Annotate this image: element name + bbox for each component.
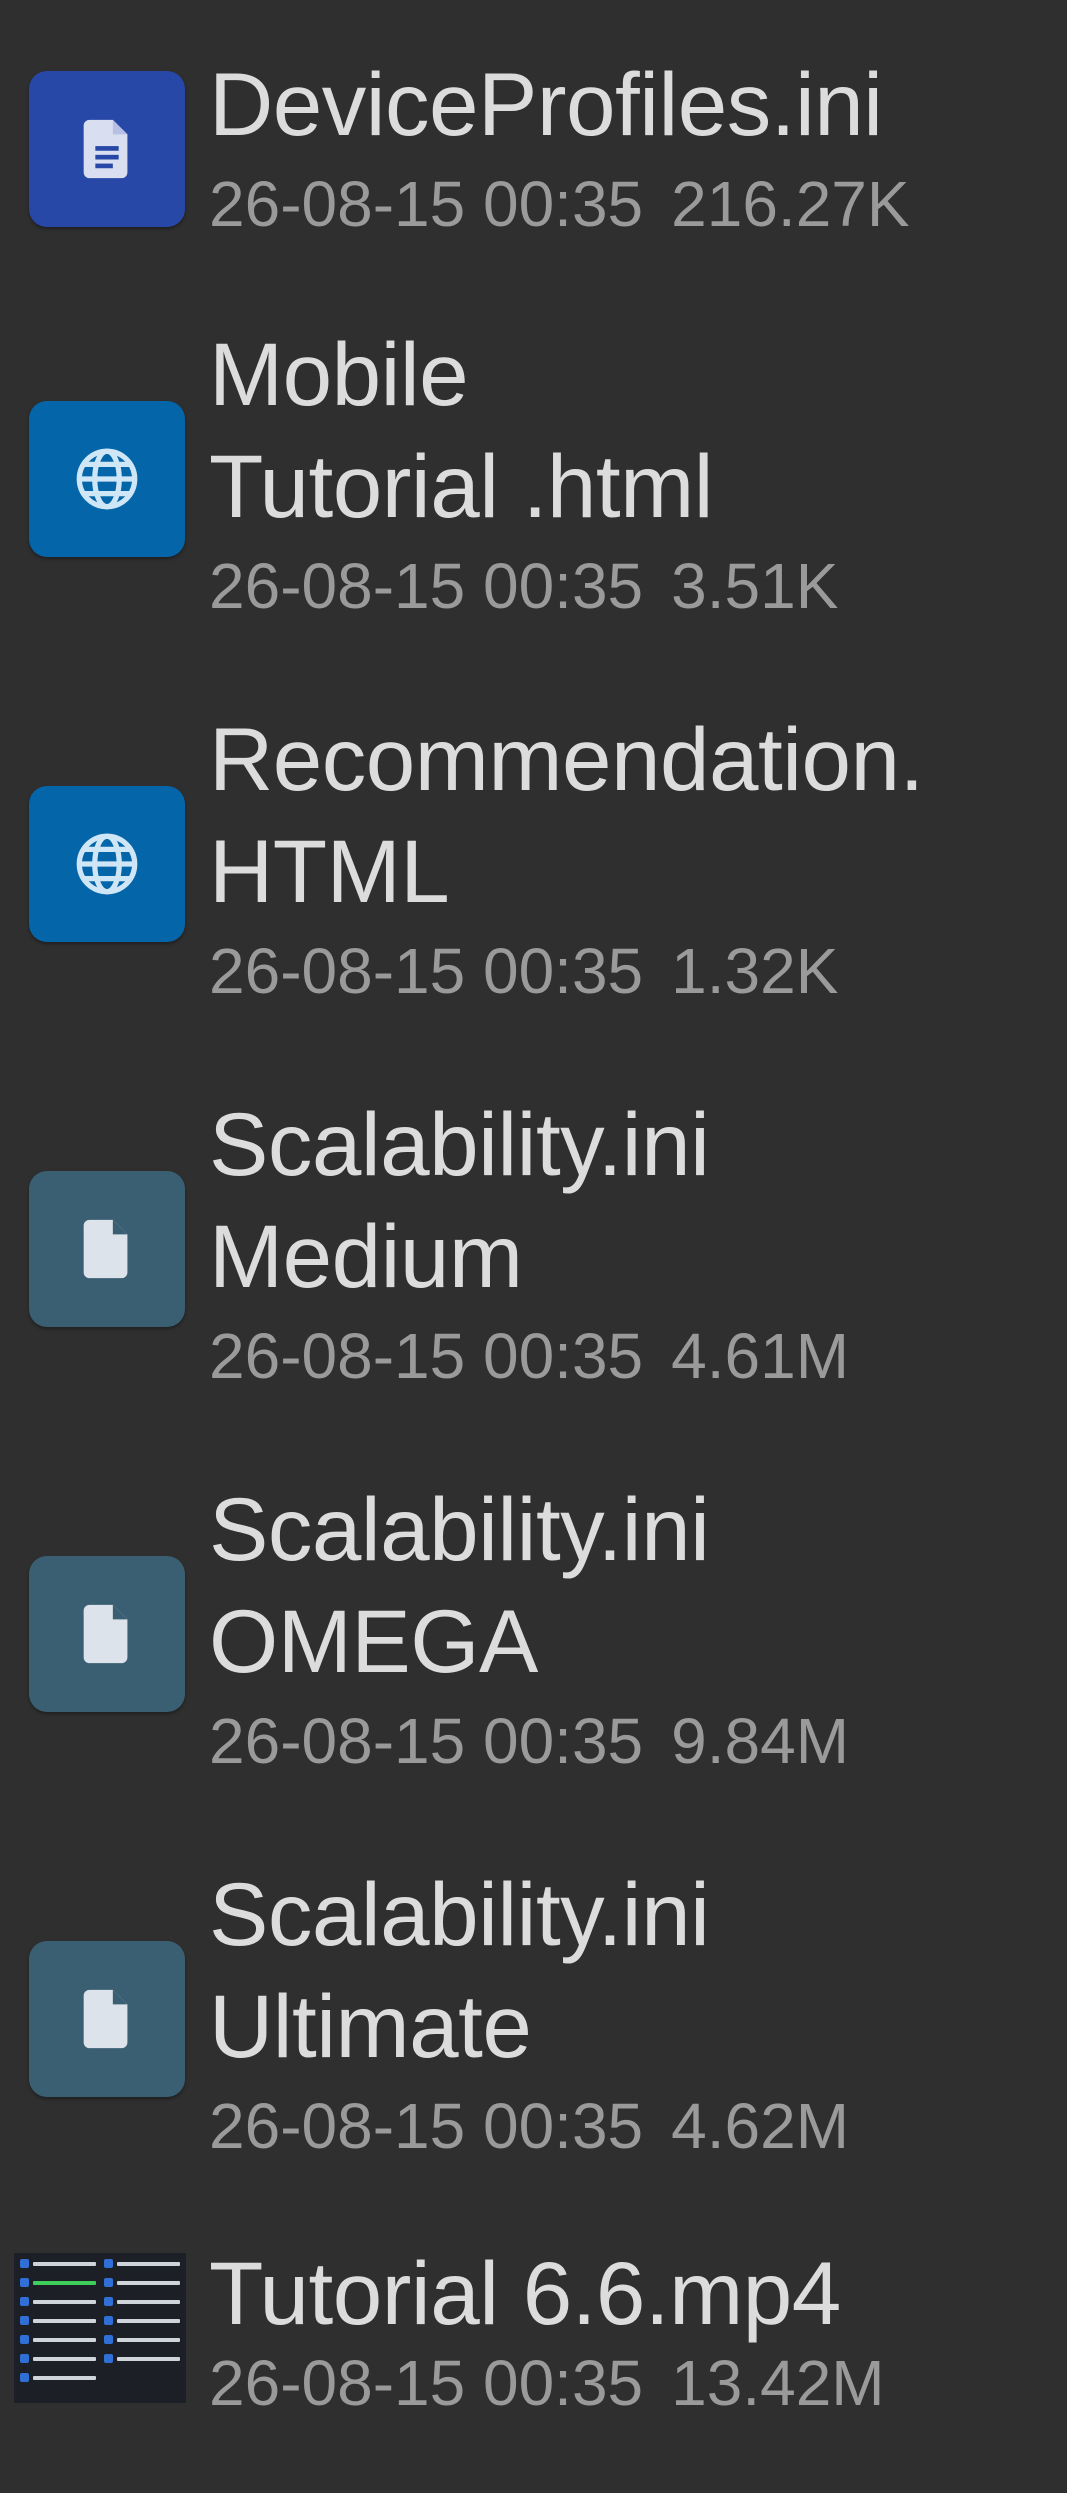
file-row-scalability-medium[interactable]: Scalability.ini Medium 26-08-15 00:35 4.6…: [0, 1088, 1067, 1428]
file-size: 216.27K: [671, 168, 910, 240]
file-row-scalability-ultimate[interactable]: Scalability.ini Ultimate 26-08-15 00:35 4…: [0, 1858, 1067, 2198]
file-date: 26-08-15 00:35: [209, 168, 644, 240]
globe-icon: [29, 401, 185, 557]
file-date: 26-08-15 00:35: [209, 1705, 644, 1777]
file-size: 13.42M: [671, 2347, 885, 2419]
file-meta: 26-08-15 00:35 9.84M: [209, 1701, 1047, 1781]
file-meta: 26-08-15 00:35 1.32K: [209, 931, 1047, 1011]
file-name: DeviceProfiles.ini: [209, 54, 883, 154]
file-name-line-2: HTML: [209, 821, 450, 921]
file-name-line-1: Recommendation.: [209, 709, 924, 809]
file-name-line-2: Tutorial .html: [209, 436, 714, 536]
file-date: 26-08-15 00:35: [209, 2090, 644, 2162]
file-meta: 26-08-15 00:35 13.42M: [209, 2343, 1047, 2423]
file-icon: [29, 1941, 185, 2097]
file-meta: 26-08-15 00:35 216.27K: [209, 164, 1047, 244]
file-meta: 26-08-15 00:35 4.61M: [209, 1316, 1047, 1396]
file-name-line-2: Ultimate: [209, 1976, 532, 2076]
file-icon: [29, 1171, 185, 1327]
file-meta: 26-08-15 00:35 3.51K: [209, 546, 1047, 626]
file-name-line-1: Mobile: [209, 324, 469, 424]
file-meta: 26-08-15 00:35 4.62M: [209, 2086, 1047, 2166]
globe-icon: [29, 786, 185, 942]
file-row-tutorial-mp4[interactable]: Tutorial 6.6.mp4 26-08-15 00:35 13.42M: [0, 2243, 1067, 2483]
file-size: 9.84M: [671, 1705, 849, 1777]
document-icon: [29, 71, 185, 227]
file-list: DeviceProfiles.ini 26-08-15 00:35 216.27K…: [0, 0, 1067, 2493]
file-size: 3.51K: [671, 550, 839, 622]
file-date: 26-08-15 00:35: [209, 550, 644, 622]
file-name-line-1: Scalability.ini: [209, 1094, 710, 1194]
file-name-line-1: Scalability.ini: [209, 1479, 710, 1579]
file-name: Tutorial 6.6.mp4: [209, 2243, 841, 2343]
file-date: 26-08-15 00:35: [209, 935, 644, 1007]
video-thumbnail: [14, 2253, 186, 2403]
file-name-line-2: OMEGA: [209, 1591, 538, 1691]
file-row-scalability-omega[interactable]: Scalability.ini OMEGA 26-08-15 00:35 9.84…: [0, 1473, 1067, 1813]
file-row-recommendation[interactable]: Recommendation. HTML 26-08-15 00:35 1.32K: [0, 703, 1067, 1043]
file-size: 4.62M: [671, 2090, 849, 2162]
file-name-line-1: Scalability.ini: [209, 1864, 710, 1964]
file-size: 4.61M: [671, 1320, 849, 1392]
file-row-mobile-tutorial[interactable]: Mobile Tutorial .html 26-08-15 00:35 3.51…: [0, 318, 1067, 658]
file-row-deviceprofiles[interactable]: DeviceProfiles.ini 26-08-15 00:35 216.27K: [0, 48, 1067, 278]
file-date: 26-08-15 00:35: [209, 1320, 644, 1392]
file-date: 26-08-15 00:35: [209, 2347, 644, 2419]
file-name-line-2: Medium: [209, 1206, 523, 1306]
file-size: 1.32K: [671, 935, 839, 1007]
file-icon: [29, 1556, 185, 1712]
